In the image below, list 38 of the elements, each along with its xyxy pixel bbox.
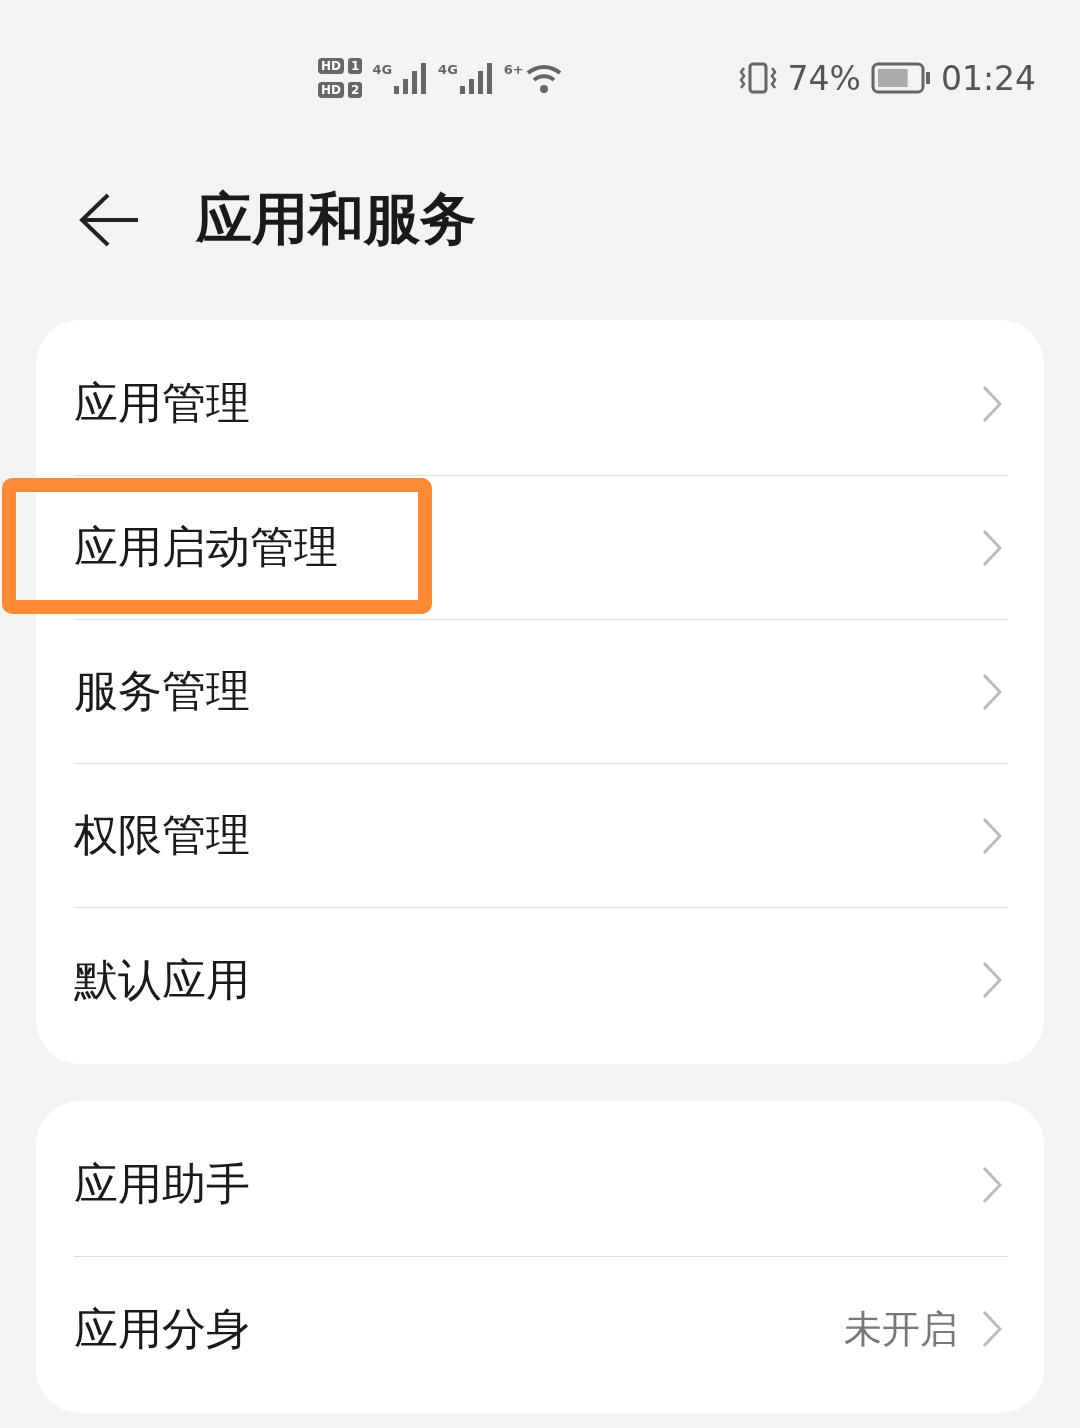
row-label: 应用分身 <box>74 1301 250 1356</box>
chevron-icon <box>982 816 1002 855</box>
battery-percentage: 74% <box>787 58 861 98</box>
row-label: 应用助手 <box>74 1157 250 1211</box>
hd-badge: HD <box>318 82 344 98</box>
chevron-icon <box>982 961 1002 999</box>
chevron-icon <box>982 1310 1002 1348</box>
chevron-icon <box>982 1165 1002 1204</box>
battery-icon <box>870 62 931 94</box>
page-title: 应用和服务 <box>196 185 476 253</box>
hd-badge: HD <box>318 58 344 74</box>
wifi-icon <box>525 62 562 94</box>
settings-row[interactable]: 应用分身 未开启 <box>74 1257 1008 1401</box>
wifi-label: 6+ <box>503 62 524 77</box>
row-label: 默认应用 <box>74 952 250 1007</box>
settings-row[interactable]: 应用助手 <box>74 1113 1008 1257</box>
row-label: 服务管理 <box>74 664 250 718</box>
sim-slot-badge: 1 <box>348 58 363 74</box>
signal-icon <box>394 62 429 94</box>
chevron-icon <box>982 384 1002 423</box>
settings-row[interactable]: 服务管理 <box>74 620 1008 764</box>
settings-row[interactable]: 权限管理 <box>74 764 1008 908</box>
back-arrow-icon[interactable] <box>78 192 140 248</box>
row-value: 未开启 <box>844 1305 958 1353</box>
network-type-label: 4G <box>438 62 458 77</box>
clock: 01:24 <box>940 58 1036 98</box>
row-label: 应用启动管理 <box>74 520 338 574</box>
chevron-icon <box>982 672 1002 711</box>
sim-slot-badge: 2 <box>348 82 363 98</box>
signal-icon <box>459 62 494 94</box>
row-label: 应用管理 <box>74 376 250 430</box>
row-label: 权限管理 <box>74 808 250 862</box>
settings-row[interactable]: 默认应用 <box>74 908 1008 1052</box>
chevron-icon <box>982 528 1002 567</box>
settings-row[interactable]: 应用管理 <box>74 332 1008 476</box>
network-type-label: 4G <box>372 62 393 77</box>
vibrate-icon <box>737 62 778 94</box>
settings-row[interactable]: 应用启动管理 <box>74 476 1008 620</box>
